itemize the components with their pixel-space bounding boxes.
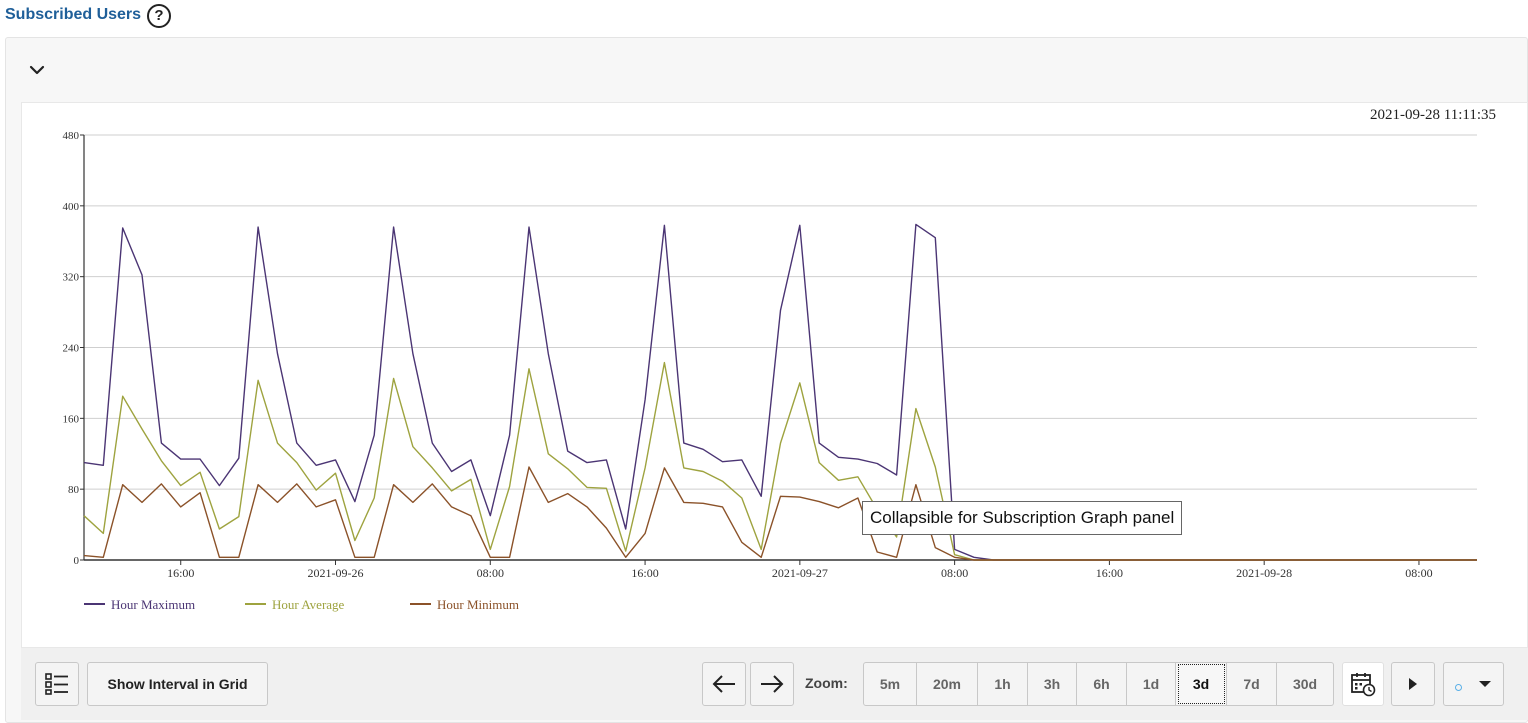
series-line-hour-minimum xyxy=(83,466,1477,561)
list-icon[interactable] xyxy=(35,662,79,706)
y-tick-label: 80 xyxy=(68,484,80,496)
zoom-1h-button[interactable]: 1h xyxy=(978,662,1028,706)
graph-area: 0 80 160 240 320 400 480 16:00 2021-09-26 08:00 16… xyxy=(21,102,1528,648)
caret-down-icon xyxy=(1479,681,1491,687)
arrow-right-icon[interactable] xyxy=(750,662,794,706)
zoom-20m-button[interactable]: 20m xyxy=(917,662,978,706)
calendar-clock-icon[interactable] xyxy=(1342,662,1384,706)
panel-header: Subscribed Users ? xyxy=(0,0,1528,34)
x-tick-label: 16:00 xyxy=(1096,566,1123,580)
zoom-5m-button[interactable]: 5m xyxy=(863,662,917,706)
page-title: Subscribed Users xyxy=(5,6,142,23)
arrow-left-icon[interactable] xyxy=(702,662,746,706)
y-tick-label: 160 xyxy=(63,413,80,425)
x-tick-label: 16:00 xyxy=(167,566,194,580)
x-tick-label: 16:00 xyxy=(631,566,658,580)
graph-timestamp: 2021-09-28 11:11:35 xyxy=(1370,107,1496,123)
y-tick-label: 320 xyxy=(63,272,80,284)
help-icon[interactable]: ? xyxy=(147,4,171,28)
y-tick-label: 480 xyxy=(63,130,80,142)
refresh-interval-dropdown[interactable] xyxy=(1443,662,1504,706)
zoom-7d-button[interactable]: 7d xyxy=(1227,662,1277,706)
zoom-label: Zoom: xyxy=(805,675,848,691)
legend-label: Hour Maximum xyxy=(111,597,195,612)
x-tick-label: 08:00 xyxy=(477,566,504,580)
chevron-down-icon[interactable] xyxy=(22,55,52,85)
zoom-3d-button[interactable]: 3d xyxy=(1176,662,1227,706)
play-icon[interactable] xyxy=(1391,662,1435,706)
y-tick-label: 400 xyxy=(63,201,80,213)
x-tick-label: 2021-09-28 xyxy=(1236,566,1292,580)
subscribed-users-chart: 0 80 160 240 320 400 480 16:00 2021-09-26 08:00 16… xyxy=(63,130,1477,612)
series-line-hour-maximum xyxy=(83,223,1477,561)
zoom-6h-button[interactable]: 6h xyxy=(1077,662,1127,706)
series-line-hour-average xyxy=(83,361,1477,561)
x-tick-label: 08:00 xyxy=(941,566,968,580)
zoom-button-group: 5m 20m 1h 3h 6h 1d 3d 7d 30d xyxy=(863,662,1334,706)
legend-label: Hour Average xyxy=(272,597,345,612)
x-tick-label: 08:00 xyxy=(1405,566,1432,580)
y-tick-label: 0 xyxy=(74,555,80,567)
zoom-3h-button[interactable]: 3h xyxy=(1028,662,1077,706)
y-tick-label: 240 xyxy=(63,343,80,355)
collapse-tooltip: Collapsible for Subscription Graph panel xyxy=(862,501,1183,535)
zoom-30d-button[interactable]: 30d xyxy=(1277,662,1334,706)
zoom-1d-button[interactable]: 1d xyxy=(1127,662,1176,706)
show-interval-button[interactable]: Show Interval in Grid xyxy=(87,662,268,706)
x-tick-label: 2021-09-27 xyxy=(772,566,828,580)
x-tick-label: 2021-09-26 xyxy=(308,566,364,580)
legend-label: Hour Minimum xyxy=(437,597,519,612)
status-dot-icon xyxy=(1455,683,1462,691)
